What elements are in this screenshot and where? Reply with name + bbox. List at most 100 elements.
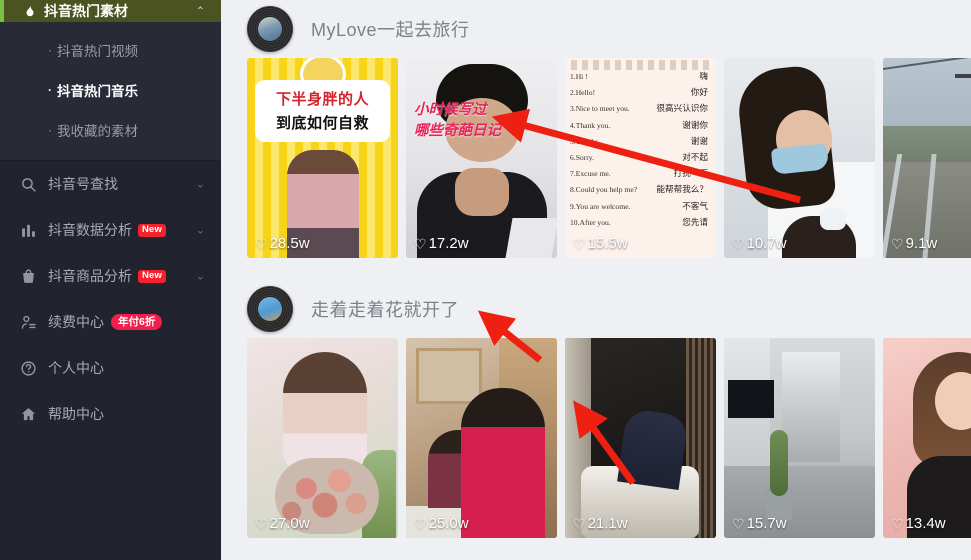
person-figure [617,408,689,490]
home-icon [18,404,38,424]
video-card[interactable]: ♡ 27.0w [247,338,398,538]
like-count: ♡ 9.1w [891,235,937,252]
heart-outline-icon: ♡ [255,235,268,252]
chevron-down-icon[interactable]: ⌄ [196,178,205,191]
like-count: ♡ 25.0w [414,515,469,532]
sidebar-subitem-label: 抖音热门视频 [57,44,138,59]
like-count-value: 9.1w [905,235,938,252]
header-rule [571,60,710,70]
caption-line-2: 到底如何自救 [275,115,369,132]
like-count-value: 13.4w [905,515,946,532]
sidebar-section-header-hot-material[interactable]: 抖音热门素材 ⌃ [0,0,221,22]
thumbnail-diary-guy: 小时候写过 哪些奇葩日记 [406,58,557,258]
like-count-value: 15.7w [746,515,787,532]
thumbnail-pink-girl [883,338,971,538]
phrase-item: 9. You are welcome. 不客气 [570,200,708,211]
video-card[interactable]: ♡ 13.4w [883,338,971,538]
video-card[interactable]: ♡ 25.0w [406,338,557,538]
badge-new: New [138,223,167,237]
thumbnail-hallway [724,338,875,538]
app-root: 抖音热门素材 ⌃ · 抖音热门视频 · 抖音热门音乐 · 我收藏的素材 抖音号查… [0,0,971,560]
like-count-value: 27.0w [269,515,310,532]
sidebar-item-help-center[interactable]: 帮助中心 [0,391,221,437]
chevron-down-icon[interactable]: ⌄ [196,270,205,283]
video-card[interactable]: ♡ 15.7w [724,338,875,538]
video-card[interactable]: ♡ 9.1w [883,58,971,258]
sidebar-item-label: 个人中心 [48,360,104,376]
corridor-shape [782,352,840,462]
bullet-icon: · [48,43,52,57]
phrase-item: 3. Nice to meet you. 很高兴认识你 [570,103,708,114]
like-count-value: 28.5w [269,235,310,252]
vinyl-record-avatar[interactable] [247,6,293,52]
sidebar-item-account-search[interactable]: 抖音号查找 ⌄ [0,161,221,207]
video-card[interactable]: 下半身胖的人 到底如何自救 ♡ 28.5w [247,58,398,258]
like-count: ♡ 15.5w [573,235,628,252]
sidebar-item-data-analysis[interactable]: 抖音数据分析 New ⌄ [0,207,221,253]
bullet-icon: · [48,123,52,137]
heart-outline-icon: ♡ [732,515,745,532]
phrase-item: 7. Excuse me. 打扰一下 [570,168,708,179]
sidebar-item-favorites[interactable]: · 我收藏的素材 [0,110,221,150]
vinyl-record-avatar[interactable] [247,286,293,332]
bag-icon [18,266,38,286]
thumbnail-bathtub [565,338,716,538]
person-figure [283,352,367,472]
heart-outline-icon: ♡ [732,235,745,252]
user-renew-icon [18,312,38,332]
video-card[interactable]: ♡ 21.1w [565,338,716,538]
video-card[interactable]: 1. Hi ! 嗨 2. Hello! 你好 3. Nice to meet you. 很… [565,58,716,258]
section-header: MyLove一起去旅行 [235,0,971,58]
plant-shape [770,430,788,496]
thumbnail-dentist [724,58,875,258]
like-count: ♡ 10.7w [732,235,787,252]
sidebar-item-renewal-center[interactable]: 续费中心 年付6折 [0,299,221,345]
phrase-item: 5. Thanks. 谢谢 [570,135,708,146]
thumbnail-yellow-diet: 下半身胖的人 到底如何自救 [247,58,398,258]
heart-outline-icon: ♡ [573,235,586,252]
sidebar-item-personal-center[interactable]: 个人中心 [0,345,221,391]
sidebar-subitem-label: 我收藏的素材 [57,124,138,139]
like-count-value: 15.5w [587,235,628,252]
like-count-value: 10.7w [746,235,787,252]
tv-shape [728,380,774,418]
like-count: ♡ 15.7w [732,515,787,532]
caption-line-2: 哪些奇葩日记 [414,123,501,140]
section-title: MyLove一起去旅行 [311,20,470,40]
sidebar-item-hot-music[interactable]: · 抖音热门音乐 [0,70,221,110]
phrase-item: 6. Sorry. 对不起 [570,151,708,162]
glove-shape [820,208,846,230]
avatar-image [258,17,282,41]
like-count: ♡ 17.2w [414,235,469,252]
video-card-row: 下半身胖的人 到底如何自救 ♡ 28.5w 小时候写过 哪些奇葩日记 ♡ 17.… [235,58,971,258]
sidebar-submenu: · 抖音热门视频 · 抖音热门音乐 · 我收藏的素材 [0,22,221,160]
phrase-item: 8. Could you help me? 能帮帮我么？ [570,184,708,195]
chevron-up-icon[interactable]: ⌃ [196,5,205,18]
heart-outline-icon: ♡ [414,515,427,532]
sidebar: 抖音热门素材 ⌃ · 抖音热门视频 · 抖音热门音乐 · 我收藏的素材 抖音号查… [0,0,221,560]
sidebar-item-label: 续费中心 [48,314,104,330]
video-card-row: ♡ 27.0w ♡ 25.0w ♡ 21.1w ♡ 15.7w ♡ 13.4w [235,338,971,538]
section-header: 走着走着花就开了 [235,280,971,338]
heart-outline-icon: ♡ [414,235,427,252]
thumbnail-english-phrases: 1. Hi ! 嗨 2. Hello! 你好 3. Nice to meet you. 很… [565,58,716,258]
video-card[interactable]: 小时候写过 哪些奇葩日记 ♡ 17.2w [406,58,557,258]
fire-icon [22,4,37,19]
phrase-item: 4. Thank you. 谢谢你 [570,119,708,130]
sidebar-item-hot-video[interactable]: · 抖音热门视频 [0,30,221,70]
english-phrase-list: 1. Hi ! 嗨 2. Hello! 你好 3. Nice to meet you. 很… [570,70,712,232]
person-figure [461,388,545,538]
heart-outline-icon: ♡ [891,235,904,252]
chevron-down-icon[interactable]: ⌄ [196,224,205,237]
thumbnail-train-tracks [883,58,971,258]
like-count: ♡ 27.0w [255,515,310,532]
question-circle-icon [18,358,38,378]
like-count: ♡ 21.1w [573,515,628,532]
thumbnail-kitchen-couple [406,338,557,538]
video-card[interactable]: ♡ 10.7w [724,58,875,258]
thumbnail-flower-girl [247,338,398,538]
laptop-shape [505,218,557,258]
sidebar-item-product-analysis[interactable]: 抖音商品分析 New ⌄ [0,253,221,299]
phrase-item: 10. After you. 您先请 [570,216,708,227]
avatar-image [258,297,282,321]
